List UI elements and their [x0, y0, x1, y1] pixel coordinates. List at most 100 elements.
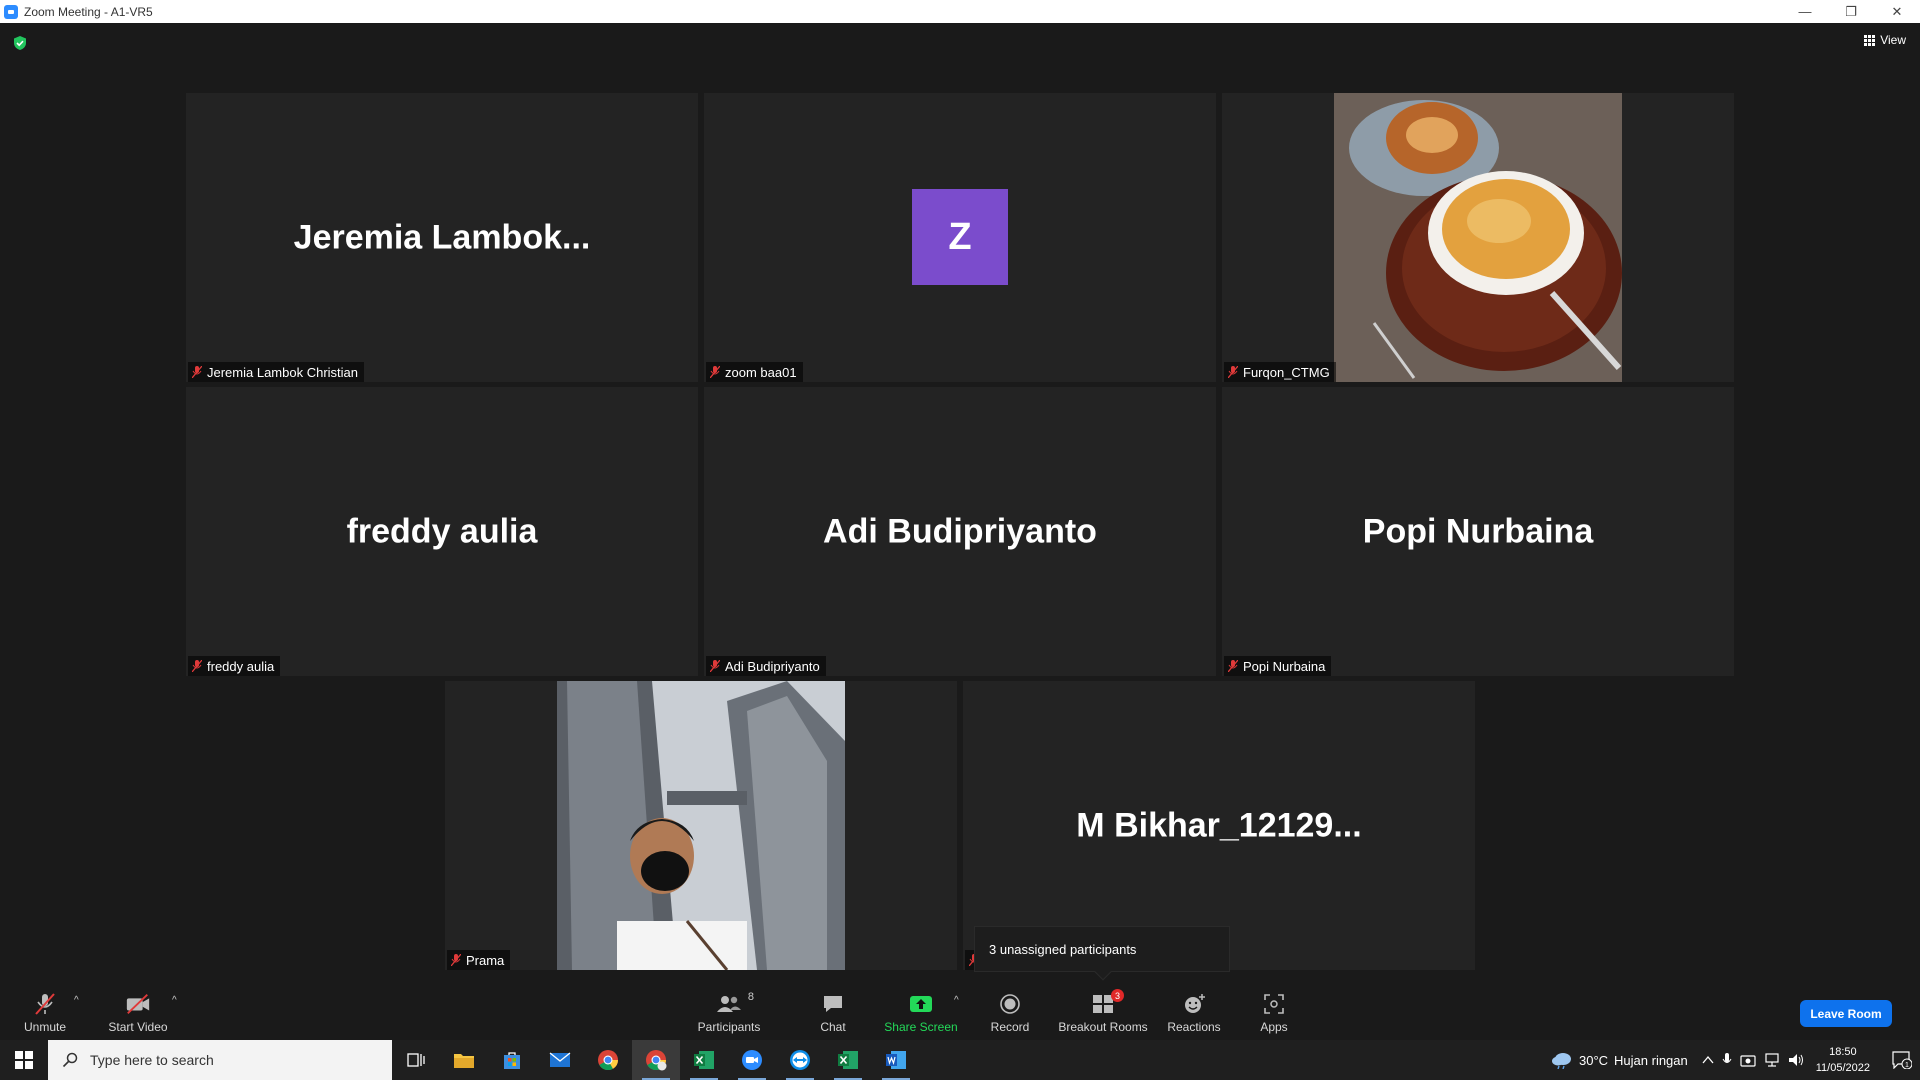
taskbar-zoom[interactable]	[728, 1040, 776, 1080]
start-video-button[interactable]: Start Video	[104, 983, 172, 1040]
chat-label: Chat	[820, 1020, 846, 1034]
breakout-rooms-label: Breakout Rooms	[1058, 1020, 1148, 1034]
taskbar-chrome[interactable]	[584, 1040, 632, 1080]
share-screen-button[interactable]: Share Screen	[880, 983, 962, 1040]
file-explorer-icon	[454, 1054, 474, 1068]
participant-display-name: Jeremia Lambok...	[293, 218, 591, 256]
participant-tile[interactable]: Jeremia Lambok... Jeremia Lambok Christi…	[186, 93, 698, 382]
participant-tile[interactable]: freddy aulia freddy aulia	[186, 387, 698, 676]
chat-button[interactable]: Chat	[808, 983, 858, 1040]
start-video-label: Start Video	[108, 1020, 168, 1034]
participants-icon	[717, 996, 741, 1012]
record-button[interactable]: Record	[984, 983, 1036, 1040]
apps-button[interactable]: Apps	[1256, 983, 1292, 1040]
clock-time: 18:50	[1829, 1046, 1857, 1058]
participant-display-name: Popi Nurbaina	[1362, 512, 1594, 550]
meeting-toolbar: Unmute ^ Start Video ^ 8 Participants Ch…	[0, 983, 1920, 1040]
restore-button[interactable]: ❐	[1828, 0, 1874, 23]
grid-view-icon	[1864, 34, 1876, 46]
view-button[interactable]: View	[1864, 33, 1906, 47]
participant-tile[interactable]: Popi Nurbaina Popi Nurbaina	[1222, 387, 1734, 676]
participant-display-name: freddy aulia	[346, 512, 538, 550]
minimize-button[interactable]: —	[1782, 0, 1828, 23]
windows-logo-icon	[15, 1051, 33, 1069]
camera-tray-icon[interactable]	[1740, 1053, 1756, 1067]
audio-options-caret-icon[interactable]: ^	[74, 995, 79, 1006]
video-options-caret-icon[interactable]: ^	[172, 995, 177, 1006]
unmute-label: Unmute	[23, 1020, 67, 1034]
excel-icon	[694, 1051, 714, 1069]
share-options-caret-icon[interactable]: ^	[954, 995, 959, 1006]
mic-muted-icon	[1228, 660, 1238, 672]
window-title-bar: Zoom Meeting - A1-VR5 — ❐ ✕	[0, 0, 1920, 23]
taskbar-excel[interactable]	[680, 1040, 728, 1080]
taskbar-word[interactable]	[872, 1040, 920, 1080]
participant-tile[interactable]: Adi Budipriyanto Adi Budipriyanto	[704, 387, 1216, 676]
mic-muted-icon	[192, 660, 202, 672]
taskbar-chrome-profile[interactable]	[632, 1040, 680, 1080]
participant-display-name: Adi Budipriyanto	[823, 512, 1097, 550]
participants-count: 8	[747, 991, 754, 1003]
taskbar-store[interactable]	[488, 1040, 536, 1080]
taskbar-excel-2[interactable]	[824, 1040, 872, 1080]
participants-button[interactable]: 8 Participants	[690, 983, 768, 1040]
zoom-app-icon	[4, 4, 18, 19]
window-title: Zoom Meeting - A1-VR5	[24, 4, 153, 19]
participant-name-label: freddy aulia	[207, 658, 275, 674]
excel-icon	[838, 1051, 858, 1069]
clock[interactable]: 18:50 11/05/2022	[1816, 1044, 1870, 1076]
apps-icon	[1264, 994, 1284, 1014]
taskbar-mail[interactable]	[536, 1040, 584, 1080]
start-button[interactable]	[0, 1040, 48, 1080]
microphone-tray-icon[interactable]	[1722, 1052, 1732, 1068]
participant-tile[interactable]: Z zoom baa01	[704, 93, 1216, 382]
reactions-button[interactable]: Reactions	[1164, 983, 1224, 1040]
participant-name-tag: freddy aulia	[188, 656, 281, 676]
apps-label: Apps	[1260, 1020, 1288, 1034]
search-icon	[62, 1052, 78, 1068]
weather-temperature: 30°C	[1578, 1052, 1609, 1068]
avatar: Z	[912, 189, 1008, 285]
reactions-label: Reactions	[1167, 1020, 1221, 1034]
word-icon	[886, 1051, 906, 1069]
participant-name-tag: Prama	[447, 950, 511, 970]
taskbar-file-explorer[interactable]	[440, 1040, 488, 1080]
mic-muted-icon	[710, 366, 720, 378]
participant-name-tag: Jeremia Lambok Christian	[188, 362, 365, 382]
participant-name-label: Adi Budipriyanto	[725, 658, 820, 674]
microsoft-store-icon	[504, 1052, 520, 1069]
close-button[interactable]: ✕	[1874, 0, 1920, 23]
participant-tile[interactable]: Prama	[445, 681, 957, 970]
weather-widget[interactable]: 30°C Hujan ringan	[1551, 1051, 1688, 1069]
microphone-muted-icon	[35, 993, 55, 1015]
notification-icon: 1	[1892, 1051, 1912, 1069]
teamviewer-icon	[790, 1050, 810, 1070]
chevron-up-icon[interactable]	[1702, 1055, 1714, 1065]
tooltip-arrow	[1094, 963, 1112, 981]
unmute-button[interactable]: Unmute	[18, 983, 72, 1040]
view-label: View	[1880, 33, 1906, 47]
task-view-button[interactable]	[392, 1040, 440, 1080]
leave-room-button[interactable]: Leave Room	[1800, 1000, 1892, 1027]
network-icon[interactable]	[1764, 1053, 1780, 1067]
participant-profile-photo	[557, 681, 845, 970]
notification-count: 1	[1905, 1062, 1909, 1069]
participant-name-label: Popi Nurbaina	[1243, 658, 1326, 674]
participant-tile[interactable]: Furqon_CTMG	[1222, 93, 1734, 382]
participant-name-tag: Furqon_CTMG	[1224, 362, 1336, 382]
taskbar-search-box[interactable]: Type here to search	[48, 1040, 392, 1080]
breakout-rooms-button[interactable]: 3 Breakout Rooms	[1056, 983, 1150, 1040]
participant-name-label: Furqon_CTMG	[1243, 364, 1330, 380]
mic-muted-icon	[192, 366, 202, 378]
volume-icon[interactable]	[1788, 1053, 1804, 1067]
video-off-icon	[126, 994, 150, 1014]
mic-muted-icon	[1228, 366, 1238, 378]
participant-name-tag: zoom baa01	[706, 362, 803, 382]
participants-label: Participants	[697, 1020, 761, 1034]
zoom-icon	[742, 1050, 762, 1070]
share-screen-icon	[910, 996, 932, 1012]
notification-center-button[interactable]: 1	[1884, 1040, 1920, 1080]
security-shield-icon[interactable]	[12, 35, 28, 51]
taskbar-teamviewer[interactable]	[776, 1040, 824, 1080]
unassigned-participants-tooltip: 3 unassigned participants	[974, 926, 1230, 981]
